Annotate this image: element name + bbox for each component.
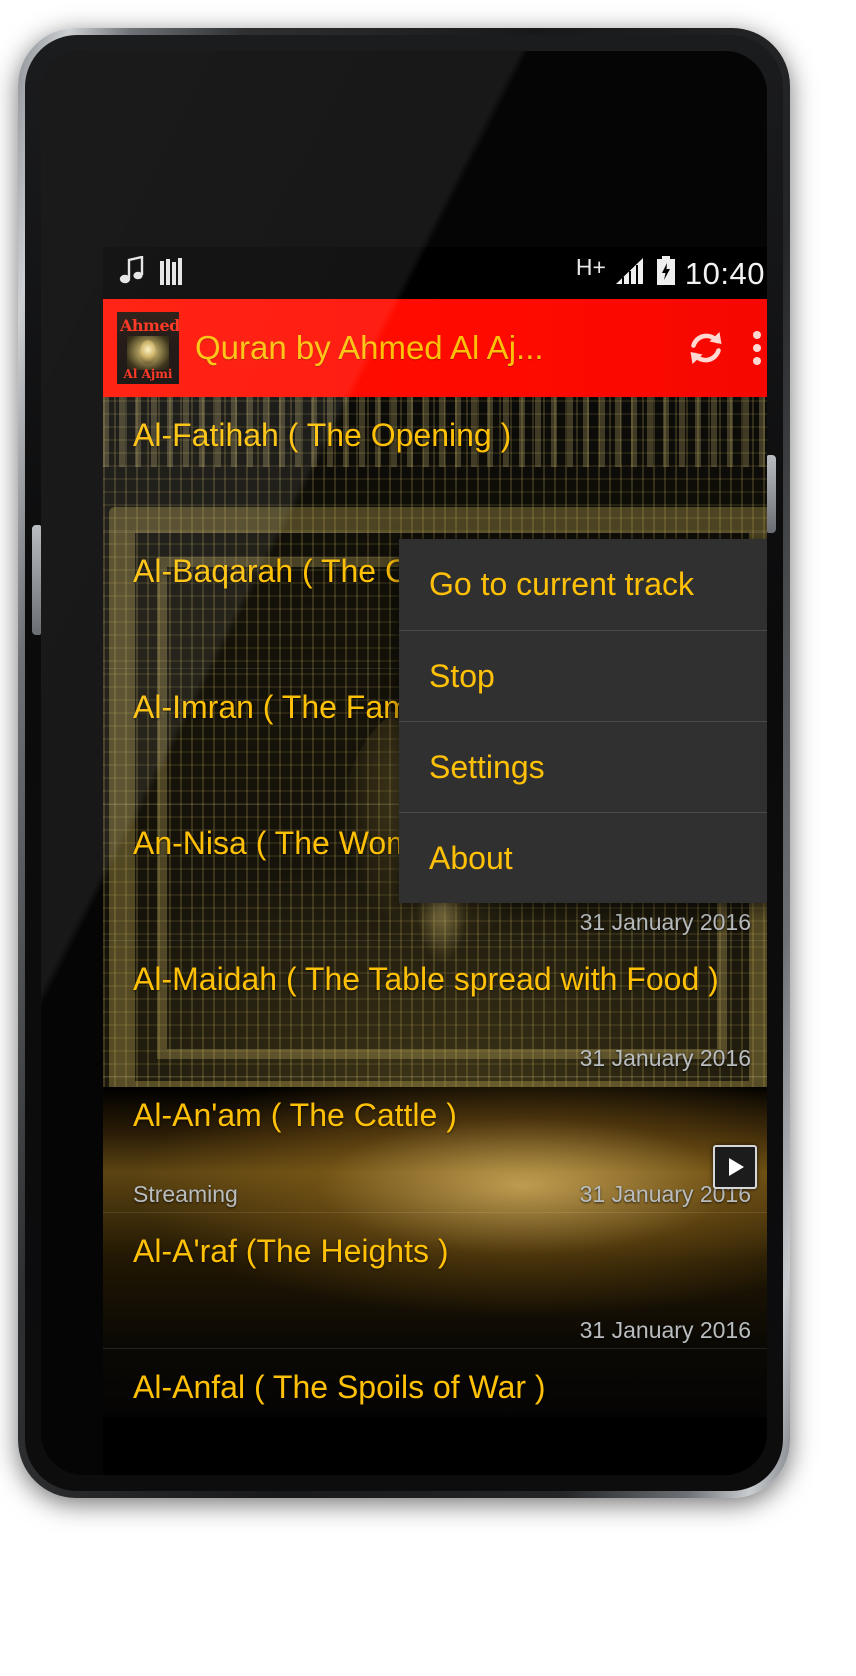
equalizer-icon: [159, 257, 185, 290]
list-item[interactable]: Al-Anfal ( The Spoils of War ): [103, 1349, 767, 1469]
menu-item-go-to-current-track[interactable]: Go to current track: [399, 539, 767, 630]
menu-item-label: Stop: [429, 657, 495, 694]
list-item-title: Al-A'raf (The Heights ): [133, 1233, 449, 1269]
android-navigation-bar: [103, 1469, 767, 1475]
list-item-title: Al-Fatihah ( The Opening ): [133, 417, 512, 453]
refresh-icon[interactable]: [683, 325, 729, 371]
overflow-menu-icon[interactable]: [751, 325, 763, 371]
list-item-title: Al-Anfal ( The Spoils of War ): [133, 1369, 546, 1405]
menu-item-about[interactable]: About: [399, 812, 767, 903]
network-type-label: H+: [575, 253, 606, 280]
menu-item-stop[interactable]: Stop: [399, 630, 767, 721]
phone-device: H+ 10:40 Ahmed Al Ajmi Quran by Ahmed Al…: [18, 28, 790, 1498]
list-item-date: 31 January 2016: [579, 1317, 751, 1343]
music-note-icon: [119, 254, 145, 291]
status-bar: H+ 10:40: [103, 247, 767, 299]
list-item-title: Al-Maidah ( The Table spread with Food ): [133, 961, 719, 997]
app-icon-artwork: [127, 336, 169, 370]
phone-screen: H+ 10:40 Ahmed Al Ajmi Quran by Ahmed Al…: [103, 247, 767, 1469]
volume-button[interactable]: [32, 525, 41, 635]
list-item[interactable]: Al-A'raf (The Heights ) 31 January 2016: [103, 1213, 767, 1349]
list-item-title: Al-An'am ( The Cattle ): [133, 1097, 457, 1133]
menu-item-label: Settings: [429, 748, 545, 785]
action-bar: Ahmed Al Ajmi Quran by Ahmed Al Aj...: [103, 299, 767, 397]
signal-bars-icon: [615, 257, 647, 290]
list-item-date: 31 January 2016: [579, 909, 751, 935]
app-icon-bottom-text: Al Ajmi: [123, 367, 173, 381]
battery-charging-icon: [656, 255, 676, 291]
status-clock: 10:40: [684, 255, 765, 291]
menu-item-label: Go to current track: [429, 566, 694, 602]
play-button[interactable]: [713, 1145, 757, 1189]
list-item[interactable]: Al-Maidah ( The Table spread with Food )…: [103, 941, 767, 1077]
phone-glass: H+ 10:40 Ahmed Al Ajmi Quran by Ahmed Al…: [41, 51, 767, 1475]
list-item[interactable]: Al-Fatihah ( The Opening ): [103, 397, 767, 533]
list-item[interactable]: Al-An'am ( The Cattle ) Streaming 31 Jan…: [103, 1077, 767, 1213]
list-item-status: Streaming: [133, 1181, 238, 1207]
surah-list[interactable]: Al-Fatihah ( The Opening ) Al-Baqarah ( …: [103, 397, 767, 1469]
menu-item-settings[interactable]: Settings: [399, 721, 767, 812]
phone-chassis: H+ 10:40 Ahmed Al Ajmi Quran by Ahmed Al…: [25, 35, 783, 1491]
menu-item-label: About: [429, 839, 513, 876]
list-item-date: 31 January 2016: [579, 1045, 751, 1071]
page-title: Quran by Ahmed Al Aj...: [195, 329, 544, 366]
app-icon-top-text: Ahmed: [120, 316, 179, 335]
app-icon: Ahmed Al Ajmi: [117, 312, 179, 384]
overflow-menu[interactable]: Go to current track Stop Settings About: [399, 539, 767, 903]
power-button[interactable]: [767, 455, 776, 533]
